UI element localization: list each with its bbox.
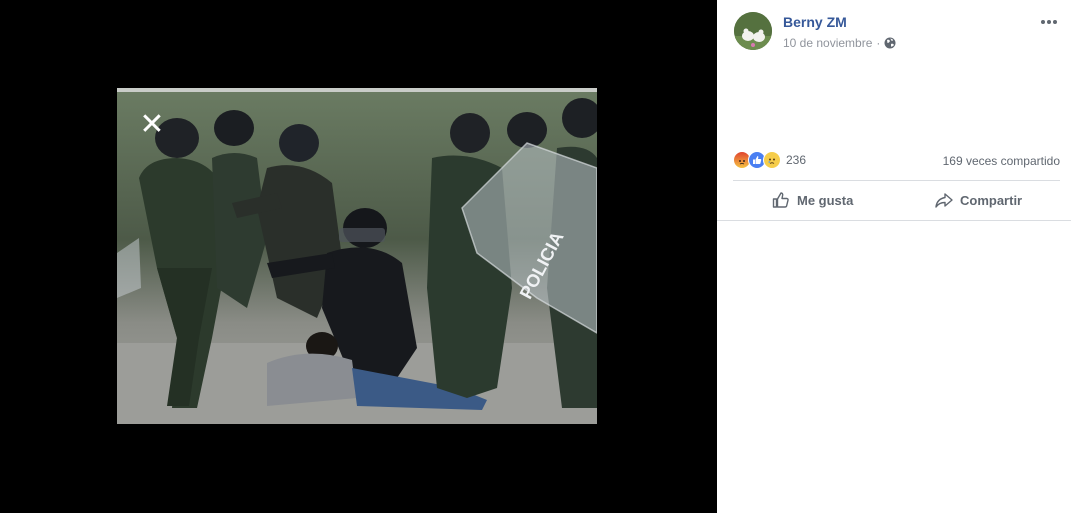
like-label: Me gusta <box>797 192 854 208</box>
photo-viewer: POLICIA ✕ <box>0 0 717 513</box>
meta-separator: · <box>876 36 881 50</box>
post-photo[interactable]: POLICIA ✕ <box>117 88 597 424</box>
share-count[interactable]: 169 veces compartido <box>943 154 1060 168</box>
share-button[interactable]: Compartir <box>934 188 1022 212</box>
post-meta: 10 de noviembre · <box>783 36 896 50</box>
close-icon[interactable]: ✕ <box>137 110 167 140</box>
avatar[interactable] <box>734 12 772 50</box>
divider-top <box>733 180 1060 181</box>
thumbs-up-icon <box>772 192 789 208</box>
like-button[interactable]: Me gusta <box>771 188 853 212</box>
share-arrow-icon <box>935 193 953 208</box>
share-label: Compartir <box>960 192 1023 208</box>
riot-police-photo: POLICIA <box>117 88 597 424</box>
sad-icon <box>763 151 781 169</box>
close-glyph: ✕ <box>139 108 165 141</box>
more-options-icon[interactable] <box>1039 12 1059 32</box>
post-side-panel: Berny ZM 10 de noviembre · 236 169 veces… <box>717 0 1071 513</box>
post-date[interactable]: 10 de noviembre <box>783 36 872 50</box>
globe-icon[interactable] <box>884 37 896 49</box>
reaction-count: 236 <box>786 153 807 167</box>
divider-bottom <box>717 220 1071 221</box>
reactions-summary[interactable]: 236 <box>733 151 806 169</box>
avatar-image <box>734 12 772 50</box>
author-name[interactable]: Berny ZM <box>783 14 847 30</box>
